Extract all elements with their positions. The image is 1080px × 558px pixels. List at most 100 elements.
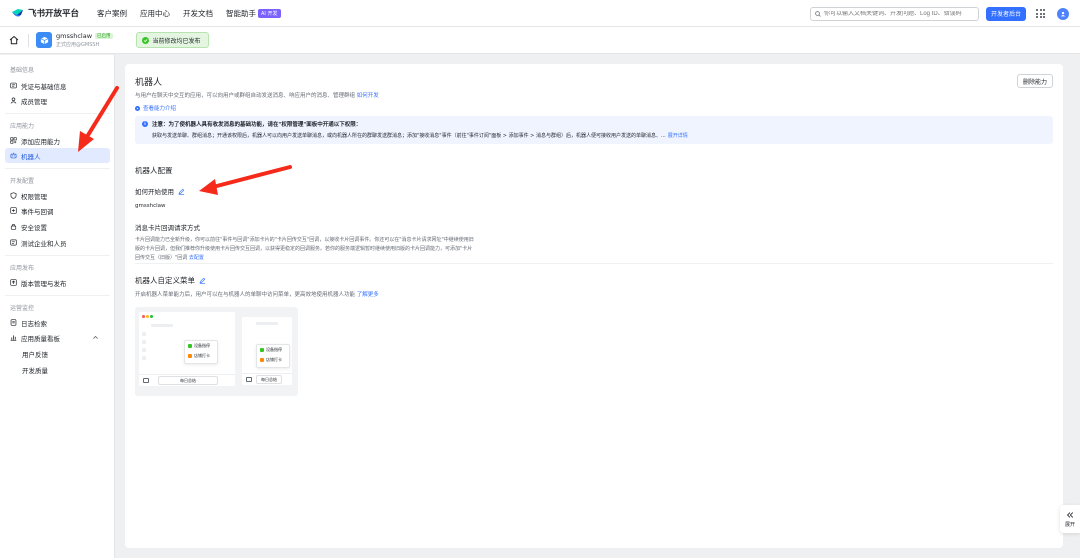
nav-link-app-center[interactable]: 应用中心 (140, 8, 170, 19)
capability-intro-link[interactable]: 查看能力介绍 (135, 104, 176, 112)
go-configure-link[interactable]: 去配置 (189, 255, 204, 261)
sidebar-group-release: 应用发布 (10, 265, 35, 272)
expand-details-link[interactable]: 展开详情 (668, 133, 688, 139)
sidebar-item-logs[interactable]: 日志检索 (5, 315, 110, 330)
custom-menu-description-text: 开启机器人菜单能力后，用户可以在与机器人的单聊中访问菜单，更高效地使用机器人功能 (135, 292, 356, 298)
apps-grid-icon[interactable] (1036, 9, 1045, 18)
search-box[interactable] (809, 6, 979, 21)
expand-panel-button[interactable]: 展开 (1060, 505, 1080, 533)
nav-link-assistant-label: 智能助手 (226, 8, 257, 18)
sidebar-divider (5, 168, 110, 169)
sidebar-item-versions[interactable]: 版本管理与发布 (5, 275, 110, 290)
avatar-icon[interactable] (1057, 7, 1069, 20)
ai-badge: AI 开发 (258, 8, 281, 18)
illustration-popup-menu: 设备指停 店铺打卡 (184, 340, 218, 364)
illustration-menu-item: 店铺打卡 (266, 357, 282, 362)
user-icon (10, 97, 17, 104)
sidebar-item-label: 事件与回调 (21, 207, 54, 216)
callback-method-title: 消息卡片回调请求方式 (135, 224, 200, 232)
sidebar-item-label: 安全设置 (21, 223, 47, 232)
sidebar-item-security[interactable]: 安全设置 (5, 219, 110, 234)
nav-link-assistant[interactable]: 智能助手 AI 开发 (226, 8, 281, 19)
lock-icon (10, 223, 17, 230)
camera-icon (143, 378, 149, 383)
double-chevron-left-icon (1066, 511, 1074, 518)
status-badge: 已启用 (95, 33, 113, 39)
app-name: gmsshclaw (56, 32, 93, 40)
illustration-menu-button: 每日总结 (158, 376, 218, 385)
nav-link-cases[interactable]: 客户案例 (97, 8, 127, 19)
notice-body: 获取与发送单聊、群组消息；开通该权限后，机器人可以向用户发送单聊消息，或向机器人… (152, 132, 1047, 139)
sidebar-item-user-feedback[interactable]: 用户反馈 (5, 346, 110, 361)
sidebar-item-credentials[interactable]: 凭证与基础信息 (5, 78, 110, 93)
sidebar-item-quality-board[interactable]: 应用质量看板 (5, 330, 110, 345)
sidebar-item-permissions[interactable]: 权限管理 (5, 188, 110, 203)
sidebar-group-dev-config: 开发配置 (10, 178, 35, 185)
notice-title-text: 注意：为了使机器人具有收发消息的基础功能，请在"权限管理"面板中开通以下权限： (152, 122, 362, 128)
edit-icon[interactable] (199, 277, 206, 284)
how-to-start-label: 如何开始使用 (135, 188, 174, 196)
logo[interactable]: 飞书开放平台 (11, 7, 79, 19)
section-divider (135, 263, 1053, 264)
sidebar-item-add-capability[interactable]: 添加应用能力 (5, 133, 110, 148)
sidebar-item-label: 测试企业和人员 (21, 239, 67, 248)
sidebar-divider (5, 255, 110, 256)
camera-icon (246, 377, 252, 382)
grid-add-icon (10, 137, 17, 144)
header-divider (28, 33, 29, 47)
page-description-text: 与用户在聊天中交互的应用，可以向用户或群组自动发送消息、响应用户的消息、管理群组 (135, 93, 356, 99)
page-title: 机器人 (135, 78, 163, 88)
expand-label: 展开 (1064, 521, 1075, 528)
developer-console-button[interactable]: 开发者后台 (985, 6, 1026, 21)
sidebar-item-label: 添加应用能力 (21, 137, 60, 146)
edit-icon[interactable] (178, 188, 185, 195)
robot-icon (10, 152, 17, 159)
publish-status-banner: 当前修改均已发布 (135, 32, 209, 48)
sidebar-item-label: 权限管理 (21, 192, 47, 201)
home-icon[interactable] (9, 35, 19, 45)
custom-menu-title: 机器人自定义菜单 (135, 275, 206, 286)
chart-bar-icon (10, 335, 17, 341)
how-to-start-title: 如何开始使用 (135, 186, 185, 196)
permission-notice: i 注意：为了使机器人具有收发消息的基础功能，请在"权限管理"面板中开通以下权限… (135, 116, 1053, 144)
illustration-popup-menu: 设备指停 店铺打卡 (256, 344, 290, 368)
credentials-icon (10, 82, 17, 89)
custom-menu-label: 机器人自定义菜单 (135, 276, 195, 285)
bot-name-value: gmsshclaw (135, 203, 166, 209)
illustration-window-desktop: 设备指停 店铺打卡 每日总结 (139, 312, 235, 386)
how-to-develop-link[interactable]: 如何开发 (357, 93, 379, 99)
custom-menu-description: 开启机器人菜单能力后，用户可以在与机器人的单聊中访问菜单，更高效地使用机器人功能… (135, 290, 379, 298)
log-icon (10, 319, 17, 326)
callback-description: 卡片回调能力已全新升级，你可以前往"事件与回调"添加卡片的"卡片回传交互"回调，… (135, 236, 475, 263)
shield-icon (10, 192, 17, 199)
chevron-up-icon[interactable] (92, 334, 99, 341)
bot-config-title: 机器人配置 (135, 166, 173, 175)
notice-title: i 注意：为了使机器人具有收发消息的基础功能，请在"权限管理"面板中开通以下权限… (142, 120, 1047, 128)
sidebar: 基础信息 凭证与基础信息 成员管理 应用能力 添加应用能力 机器人 开发配置 权… (0, 55, 115, 558)
sidebar-item-label: 版本管理与发布 (21, 279, 67, 288)
sidebar-item-label: 凭证与基础信息 (21, 82, 67, 91)
learn-more-link[interactable]: 了解更多 (357, 292, 379, 298)
sidebar-item-test-org[interactable]: 测试企业和人员 (5, 235, 110, 250)
app-icon (36, 32, 52, 48)
logo-text: 飞书开放平台 (28, 9, 80, 19)
sidebar-divider (5, 113, 110, 114)
nav-link-docs[interactable]: 开发文档 (183, 8, 213, 19)
search-input[interactable] (823, 10, 974, 17)
play-circle-icon (135, 105, 140, 111)
custom-menu-illustration: 设备指停 店铺打卡 每日总结 设备指停 店铺打卡 每日总结 (135, 307, 298, 396)
app-header: gmsshclaw 已启用 正式应用@GMSSH 当前修改均已发布 (0, 27, 1080, 54)
sidebar-item-bot[interactable]: 机器人 (5, 148, 110, 163)
sidebar-item-events[interactable]: 事件与回调 (5, 203, 110, 218)
callback-description-text: 卡片回调能力已全新升级，你可以前往"事件与回调"添加卡片的"卡片回传交互"回调，… (135, 237, 474, 261)
sidebar-item-members[interactable]: 成员管理 (5, 93, 110, 108)
sidebar-item-dev-quality[interactable]: 开发质量 (5, 362, 110, 377)
sidebar-item-label: 机器人 (21, 152, 41, 161)
notice-body-text: 获取与发送单聊、群组消息；开通该权限后，机器人可以向用户发送单聊消息，或向机器人… (152, 133, 666, 139)
delete-capability-button[interactable]: 删除能力 (1016, 74, 1053, 88)
illustration-menu-item: 店铺打卡 (194, 353, 210, 358)
feishu-logo-icon (12, 9, 23, 17)
illustration-window-mobile: 设备指停 店铺打卡 每日总结 (242, 317, 292, 385)
sidebar-group-monitoring: 运营监控 (10, 305, 35, 312)
sidebar-group-capability: 应用能力 (10, 123, 35, 130)
